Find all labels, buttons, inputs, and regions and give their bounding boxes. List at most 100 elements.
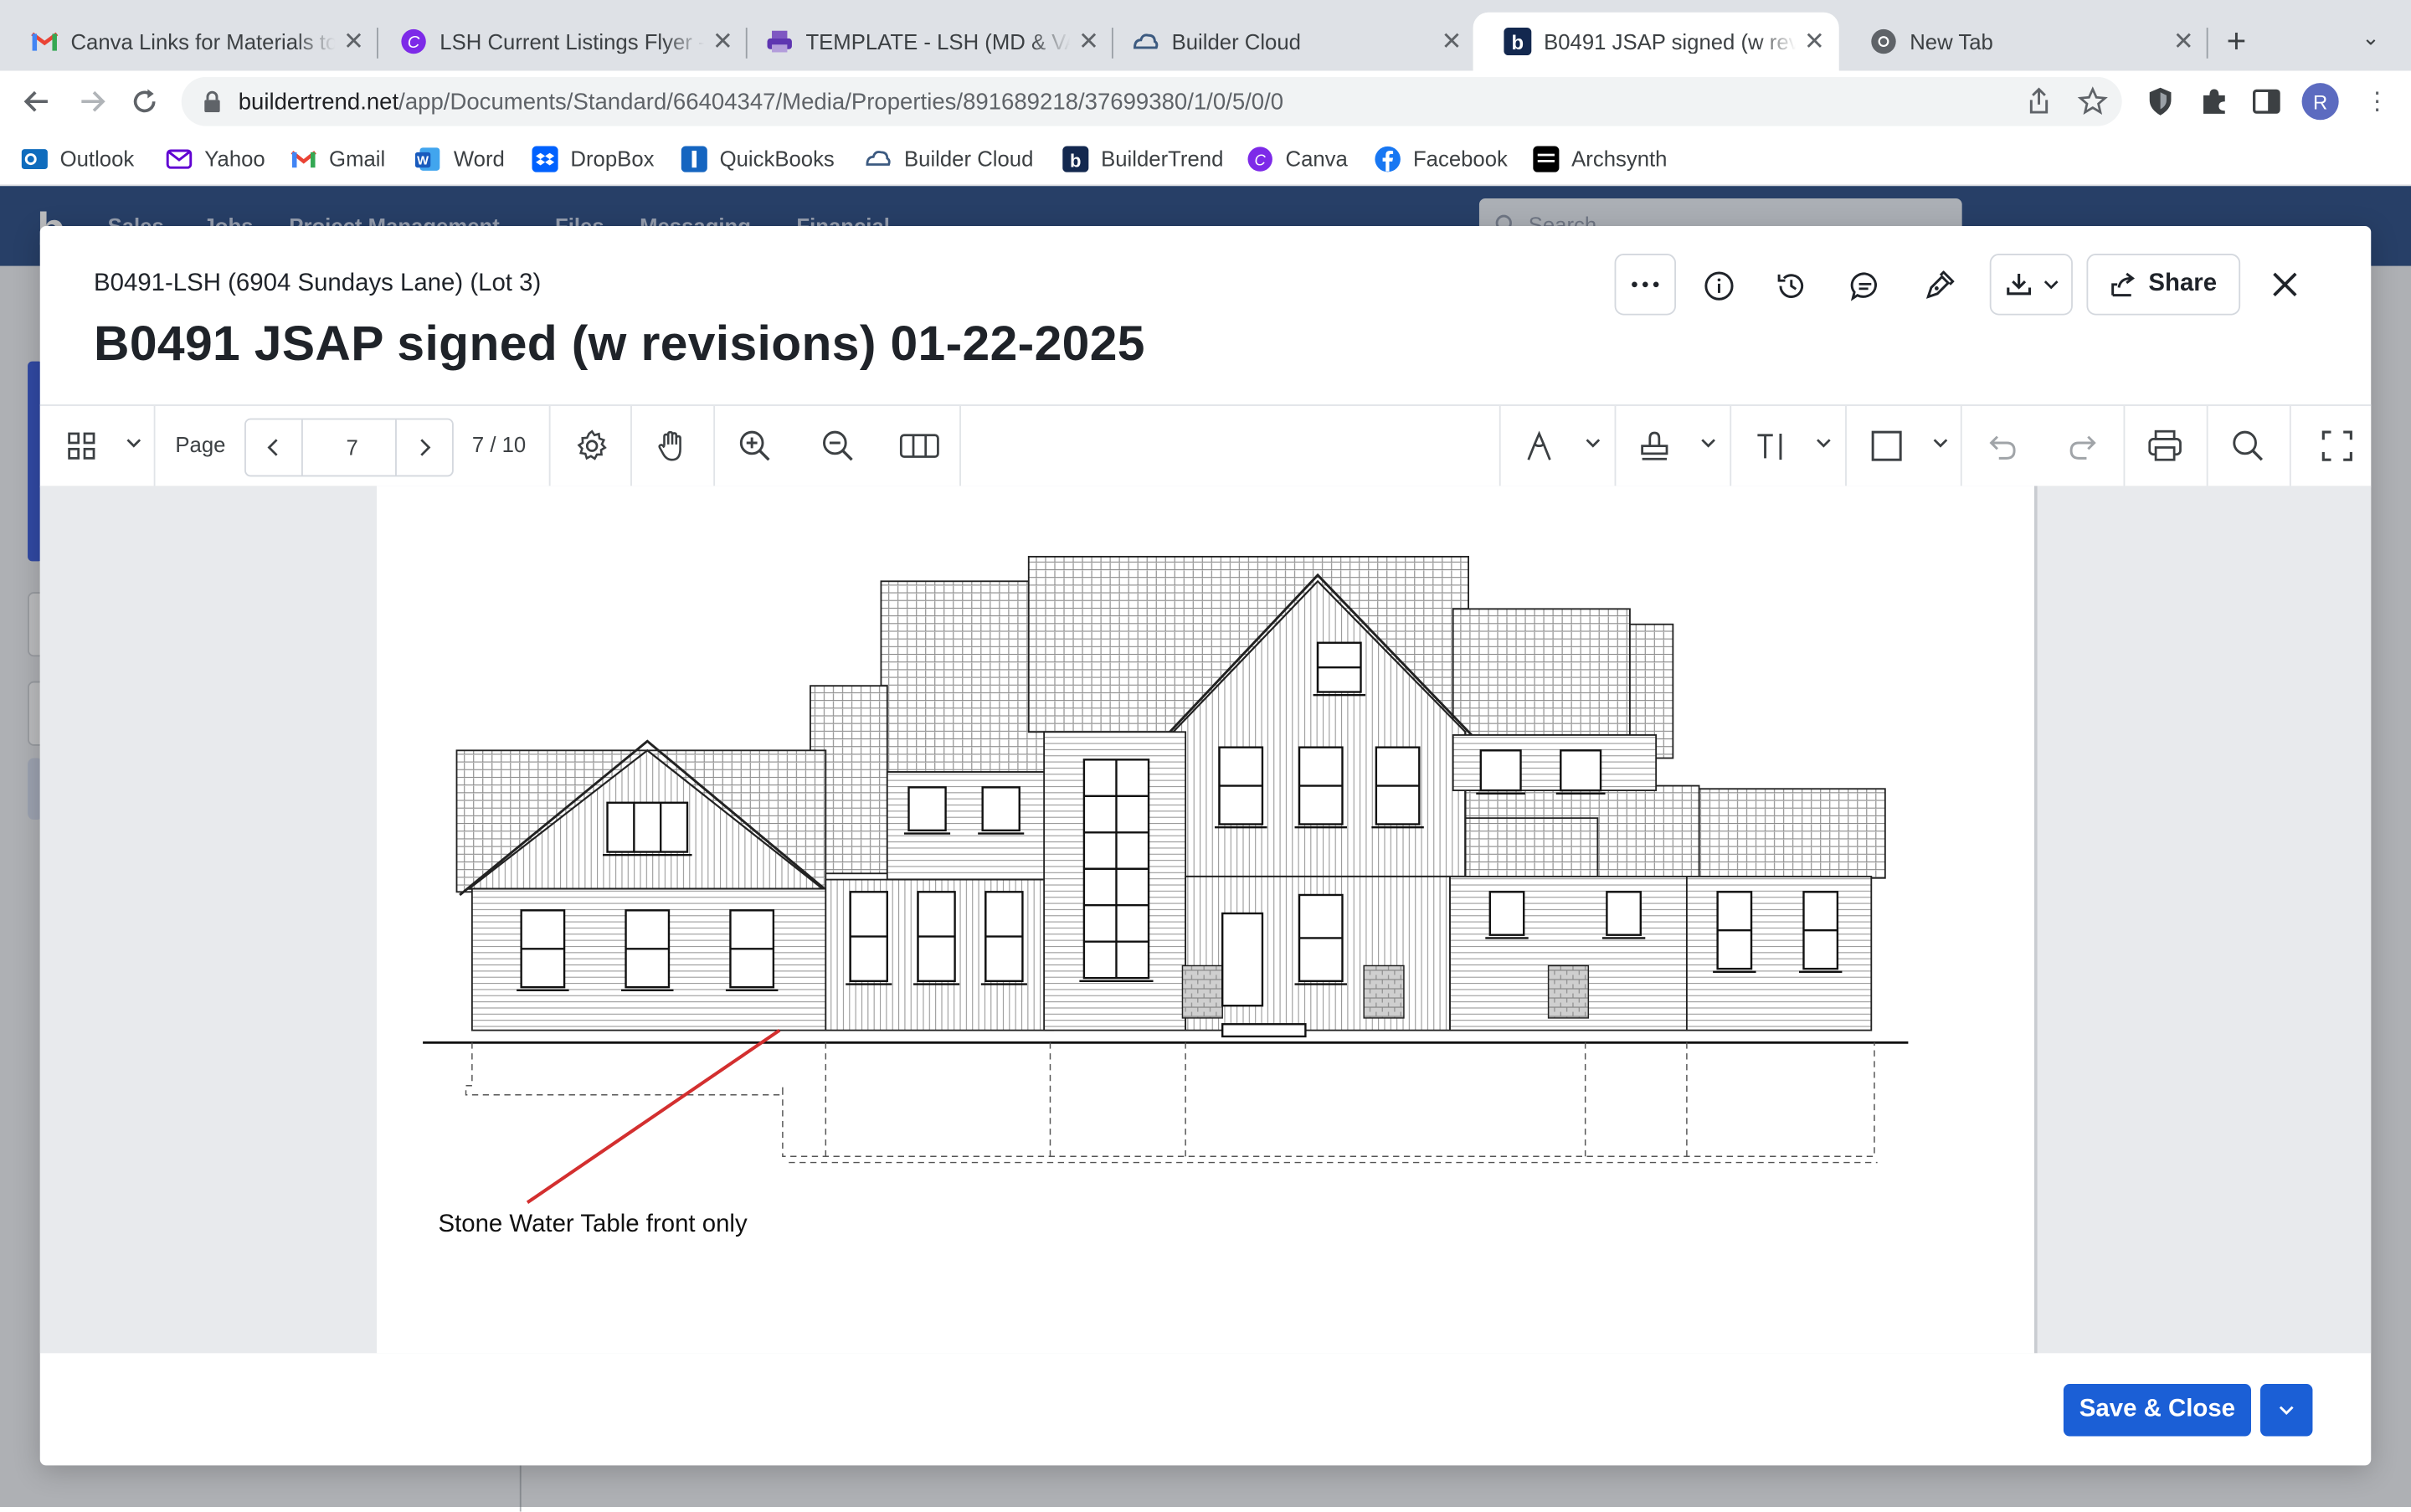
window-sash	[1560, 749, 1602, 792]
new-tab-icon[interactable]: +	[2227, 22, 2247, 62]
toolbar-divider	[548, 405, 551, 486]
zoom-in-icon	[739, 430, 770, 461]
info-button[interactable]	[1691, 259, 1746, 314]
bookmark-gmail[interactable]: Gmail	[290, 143, 385, 174]
annotation-leader-line	[526, 1028, 781, 1204]
more-options-button[interactable]	[1614, 254, 1677, 316]
search-button[interactable]	[2228, 426, 2268, 466]
address-bar[interactable]: buildertrend.net/app/Documents/Standard/…	[181, 76, 2122, 126]
forward-icon[interactable]	[74, 83, 111, 120]
save-label: Save & Close	[2079, 1396, 2236, 1422]
toolbar-divider	[2123, 405, 2126, 486]
document-viewer-modal: B0491-LSH (6904 Sundays Lane) (Lot 3) B0…	[39, 226, 2372, 1466]
svg-text:W: W	[417, 154, 429, 167]
zoom-out-button[interactable]	[818, 426, 858, 466]
chevron-down-icon[interactable]	[125, 434, 143, 452]
shape-tool-button[interactable]	[1867, 426, 1907, 466]
draw-tool-button[interactable]	[1519, 426, 1560, 466]
chrome-icon	[1871, 28, 1896, 54]
text-tool-button[interactable]	[1751, 426, 1792, 466]
save-and-close-button[interactable]: Save & Close	[2063, 1384, 2251, 1437]
chevron-down-icon[interactable]	[1931, 434, 1950, 452]
zoom-out-icon	[823, 430, 853, 461]
zoom-in-button[interactable]	[735, 426, 775, 466]
close-tab-icon[interactable]: ✕	[2165, 26, 2202, 57]
tab-search-icon[interactable]: ⌄	[2362, 24, 2380, 50]
bookmark-buildertrend[interactable]: b BuilderTrend	[1062, 143, 1223, 174]
share-icon	[2111, 272, 2136, 297]
browser-menu-icon[interactable]: ⋮	[2365, 86, 2389, 117]
browser-toolbar: buildertrend.net/app/Documents/Standard/…	[0, 70, 2411, 132]
browser-tab[interactable]: Canva Links for Materials to ✕	[0, 13, 378, 71]
settings-button[interactable]	[572, 426, 612, 466]
front-steps	[1221, 1023, 1307, 1038]
bookmark-label: Builder Cloud	[904, 146, 1034, 171]
browser-tab[interactable]: TEMPLATE - LSH (MD & VA ✕	[735, 13, 1113, 71]
close-tab-icon[interactable]: ✕	[1796, 26, 1833, 57]
info-icon	[1704, 271, 1734, 301]
browser-tab-strip: Canva Links for Materials to ✕ C LSH Cur…	[0, 0, 2411, 71]
sign-button[interactable]	[1911, 259, 1966, 314]
document-canvas[interactable]: Stone Water Table front only	[39, 486, 2372, 1354]
profile-avatar[interactable]: R	[2301, 83, 2339, 121]
bookmark-label: Facebook	[1412, 146, 1508, 171]
page-layout-button[interactable]	[899, 426, 939, 466]
browser-tab[interactable]: C LSH Current Listings Flyer - ✕	[369, 13, 748, 71]
chevron-down-icon[interactable]	[1699, 434, 1718, 452]
chevron-down-icon[interactable]	[1584, 434, 1602, 452]
bookmark-archsynth[interactable]: Archsynth	[1533, 143, 1667, 174]
close-tab-icon[interactable]: ✕	[1433, 26, 1470, 57]
bookmark-word[interactable]: W Word	[414, 143, 505, 174]
square-icon	[1871, 430, 1902, 461]
bookmark-label: Gmail	[329, 146, 386, 171]
bookmark-star-icon[interactable]	[2077, 86, 2108, 117]
buildertrend-icon: b	[1504, 28, 1532, 56]
bookmark-yahoo[interactable]: Yahoo	[166, 143, 265, 174]
bookmark-label: QuickBooks	[719, 146, 835, 171]
close-tab-icon[interactable]: ✕	[335, 26, 372, 57]
window-sash	[1479, 749, 1522, 792]
back-icon[interactable]	[18, 83, 55, 120]
drawing-annotation: Stone Water Table front only	[438, 1211, 748, 1238]
bookmarks-bar: Outlook Yahoo Gmail W Word DropBox Quick…	[0, 131, 2411, 187]
redo-button[interactable]	[2064, 426, 2104, 466]
pan-tool-button[interactable]	[652, 426, 692, 466]
stamp-tool-button[interactable]	[1634, 426, 1674, 466]
reload-icon[interactable]	[126, 83, 163, 120]
print-button[interactable]	[2145, 426, 2185, 466]
browser-tab-active[interactable]: b B0491 JSAP signed (w revi ✕	[1473, 12, 1839, 71]
chevron-right-icon	[420, 439, 431, 456]
stamp-icon	[1641, 431, 1668, 460]
window-sash	[1488, 891, 1525, 936]
bookmark-facebook[interactable]: Facebook	[1375, 143, 1508, 174]
next-page-button[interactable]	[395, 419, 452, 476]
bookmark-canva[interactable]: C Canva	[1247, 143, 1348, 174]
save-options-button[interactable]	[2260, 1384, 2313, 1437]
bookmark-outlook[interactable]: Outlook	[21, 143, 135, 174]
page-number-input[interactable]	[302, 419, 402, 476]
close-modal-button[interactable]	[2264, 263, 2306, 306]
browser-tab[interactable]: New Tab ✕	[1839, 13, 2208, 71]
comments-button[interactable]	[1838, 259, 1893, 314]
tab-title: New Tab	[1910, 28, 1993, 54]
undo-button[interactable]	[1982, 426, 2023, 466]
search-icon	[2233, 430, 2264, 461]
bookmark-dropbox[interactable]: DropBox	[532, 143, 654, 174]
download-button[interactable]	[1989, 254, 2073, 316]
extensions-puzzle-icon[interactable]	[2199, 86, 2230, 117]
bookmark-quickbooks[interactable]: QuickBooks	[681, 143, 835, 174]
chevron-down-icon[interactable]	[1814, 434, 1833, 452]
share-page-icon[interactable]	[2023, 86, 2054, 117]
toolbar-divider	[153, 405, 156, 486]
shield-extension-icon[interactable]	[2145, 86, 2176, 117]
pen-sign-icon	[1925, 270, 1955, 299]
bookmark-builder-cloud[interactable]: Builder Cloud	[866, 143, 1033, 174]
thumbnails-button[interactable]	[61, 426, 101, 466]
share-button[interactable]: Share	[2086, 254, 2241, 316]
previous-page-button[interactable]	[246, 419, 303, 476]
browser-tab[interactable]: Builder Cloud ✕	[1101, 13, 1476, 71]
history-button[interactable]	[1764, 259, 1819, 314]
toolbar-divider	[1845, 405, 1847, 486]
fullscreen-button[interactable]	[2317, 426, 2357, 466]
side-panel-icon[interactable]	[2251, 86, 2282, 117]
